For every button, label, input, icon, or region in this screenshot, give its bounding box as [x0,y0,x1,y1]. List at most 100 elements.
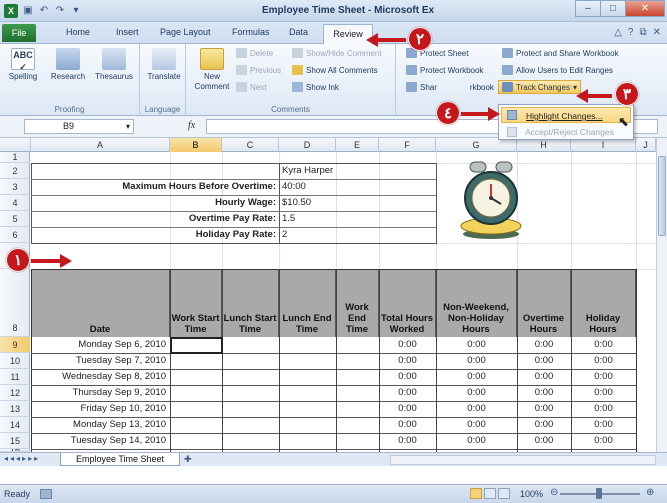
column-header-j[interactable]: J [636,138,656,152]
sheet-nav-icons[interactable]: ◂◂◂▸▸▸ [4,454,40,463]
hours-cell[interactable]: 0:00 [379,387,436,398]
column-header-d[interactable]: D [279,138,336,152]
date-cell[interactable]: Friday Sep 10, 2010 [33,403,166,414]
hours-cell[interactable]: 0:00 [517,403,571,414]
accept-reject-changes-item[interactable]: Accept/Reject Changes [501,124,631,140]
row-header-11[interactable]: 11 [0,369,30,385]
protect-workbook-button[interactable]: Protect Workbook [406,65,483,75]
insert-sheet-icon[interactable]: ✚ [184,454,192,465]
date-cell[interactable]: Wednesday Sep 8, 2010 [33,371,166,382]
hours-cell[interactable]: 0:00 [571,435,636,446]
minimize-ribbon-icon[interactable]: △ [614,27,622,38]
date-cell[interactable]: Thursday Sep 9, 2010 [33,387,166,398]
row-header-12[interactable]: 12 [0,385,30,401]
hours-cell[interactable]: 0:00 [571,371,636,382]
spelling-button[interactable]: ABC ✓ Spelling [4,48,42,82]
hours-cell[interactable]: 0:00 [436,403,517,414]
maximize-button[interactable]: □ [600,0,626,17]
save-icon[interactable]: ▣ [22,5,34,17]
hours-cell[interactable]: 0:00 [436,371,517,382]
hours-cell[interactable]: 0:00 [517,355,571,366]
column-header-c[interactable]: C [222,138,279,152]
zoom-slider-thumb[interactable] [596,488,602,499]
hours-cell[interactable]: 0:00 [517,419,571,430]
undo-icon[interactable]: ↶ [38,5,50,17]
show-all-comments-button[interactable]: Show All Comments [292,65,378,75]
customize-qat-icon[interactable]: ▾ [70,5,82,17]
help-icon[interactable]: ? [628,27,634,38]
hours-cell[interactable]: 0:00 [517,371,571,382]
column-header-a[interactable]: A [31,138,170,152]
previous-comment-button[interactable]: Previous [236,65,281,75]
hours-cell[interactable]: 0:00 [436,387,517,398]
hours-cell[interactable]: 0:00 [517,387,571,398]
hourly-wage-value[interactable]: $10.50 [282,197,311,208]
zoom-in-icon[interactable]: ⊕ [646,487,654,498]
hours-cell[interactable]: 0:00 [436,419,517,430]
hours-cell[interactable]: 0:00 [379,355,436,366]
row-header-9[interactable]: 9 [0,337,30,353]
new-comment-button[interactable]: New Comment [192,48,232,92]
date-cell[interactable]: Monday Sep 6, 2010 [33,339,166,350]
active-cell-b9[interactable] [170,337,223,354]
restore-icon[interactable]: ⧉ [639,27,646,38]
column-header-g[interactable]: G [436,138,517,152]
minimize-button[interactable]: – [575,0,601,17]
macro-record-icon[interactable] [40,489,52,499]
hours-cell[interactable]: 0:00 [517,339,571,350]
row-header-4[interactable]: 4 [0,195,30,211]
sheet-tab-employee-time-sheet[interactable]: Employee Time Sheet [60,453,180,466]
date-cell[interactable]: Tuesday Sep 14, 2010 [33,435,166,446]
hours-cell[interactable]: 0:00 [571,339,636,350]
zoom-level[interactable]: 100% [520,489,543,499]
holiday-rate-value[interactable]: 2 [282,229,287,240]
insert-function-icon[interactable]: fx [188,120,195,131]
hours-cell[interactable]: 0:00 [517,435,571,446]
hours-cell[interactable]: 0:00 [379,419,436,430]
column-header-e[interactable]: E [336,138,379,152]
tab-home[interactable]: Home [66,27,90,37]
next-comment-button[interactable]: Next [236,82,266,92]
row-header-8[interactable]: 8 [0,269,30,337]
date-cell[interactable]: Tuesday Sep 7, 2010 [33,355,166,366]
close-workbook-icon[interactable]: ✕ [653,27,661,38]
page-break-view-icon[interactable] [498,488,510,499]
tab-insert[interactable]: Insert [116,27,139,37]
select-all-corner[interactable] [0,138,31,152]
row-header-13[interactable]: 13 [0,401,30,417]
row-header-2[interactable]: 2 [0,163,30,179]
hours-cell[interactable]: 0:00 [571,355,636,366]
hours-cell[interactable]: 0:00 [379,339,436,350]
normal-view-icon[interactable] [470,488,482,499]
zoom-out-icon[interactable]: ⊖ [550,487,558,498]
thesaurus-button[interactable]: Thesaurus [92,48,136,82]
allow-users-edit-button[interactable]: Allow Users to Edit Ranges [502,65,613,75]
worksheet-grid[interactable]: Kyra Harper Maximum Hours Before Overtim… [31,152,656,453]
date-cell[interactable]: Monday Sep 13, 2010 [33,419,166,430]
hours-cell[interactable]: 0:00 [379,403,436,414]
row-header-3[interactable]: 3 [0,179,30,195]
show-hide-comment-button[interactable]: Show/Hide Comment [292,48,382,58]
hours-cell[interactable]: 0:00 [436,435,517,446]
overtime-rate-value[interactable]: 1.5 [282,213,295,224]
row-header-10[interactable]: 10 [0,353,30,369]
tab-file[interactable]: File [2,24,36,42]
page-layout-view-icon[interactable] [484,488,496,499]
vertical-scroll-thumb[interactable] [658,156,666,236]
research-button[interactable]: Research [48,48,88,82]
tab-formulas[interactable]: Formulas [232,27,270,37]
hours-cell[interactable]: 0:00 [436,339,517,350]
hours-cell[interactable]: 0:00 [571,403,636,414]
hours-cell[interactable]: 0:00 [379,435,436,446]
delete-comment-button[interactable]: Delete [236,48,273,58]
column-header-i[interactable]: I [571,138,636,152]
tab-page-layout[interactable]: Page Layout [160,27,211,37]
hours-cell[interactable]: 0:00 [571,419,636,430]
column-header-b[interactable]: B [170,138,222,152]
close-button[interactable]: ✕ [625,0,665,17]
row-header-5[interactable]: 5 [0,211,30,227]
name-box[interactable]: B9 [24,119,134,134]
hours-cell[interactable]: 0:00 [436,355,517,366]
max-hours-value[interactable]: 40:00 [282,181,306,192]
row-header-15[interactable]: 15 [0,433,30,449]
